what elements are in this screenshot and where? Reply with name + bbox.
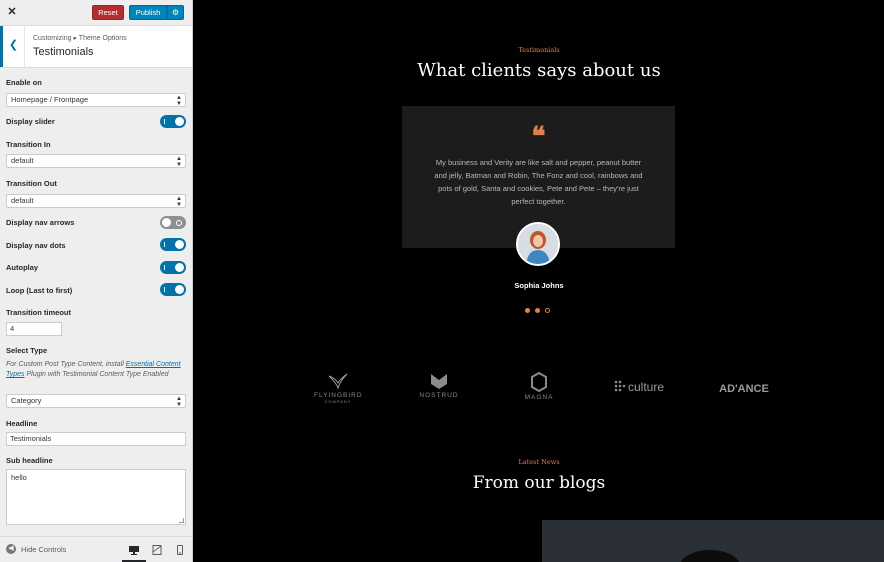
sub-headline-label: Sub headline — [6, 456, 53, 465]
close-icon[interactable]: ✕ — [6, 6, 18, 18]
enable-on-value: Homepage / Frontpage — [11, 95, 89, 104]
customizer-footer: ◀ Hide Controls — [0, 536, 192, 562]
transition-out-label: Transition Out — [6, 179, 57, 188]
headline-label: Headline — [6, 419, 38, 428]
slider-dot[interactable] — [545, 308, 550, 313]
testimonial-quote: My business and Verity are like salt and… — [434, 158, 643, 206]
transition-out-value: default — [11, 196, 34, 205]
select-type-value: Category — [11, 396, 42, 405]
nostrud-logo: NOSTRUD — [414, 372, 464, 399]
transition-in-label: Transition In — [6, 140, 51, 149]
autoplay-toggle[interactable] — [160, 261, 186, 274]
select-arrows-icon: ▲ ▼ — [176, 156, 182, 168]
customizer-panel: ✕ Reset Publish ⚙ ❮ Customizing ▸ Theme … — [0, 0, 193, 562]
back-icon[interactable]: ❮ — [0, 26, 25, 67]
display-slider-toggle[interactable] — [160, 115, 186, 128]
culture-logo: culture — [614, 380, 670, 394]
display-nav-dots-toggle[interactable] — [160, 238, 186, 251]
enable-on-label: Enable on — [6, 78, 42, 87]
transition-timeout-label: Transition timeout — [6, 308, 72, 317]
slider-dot[interactable] — [535, 308, 540, 313]
advance-logo: AD'ANCE — [719, 383, 769, 395]
slider-dot[interactable] — [525, 308, 530, 313]
sub-headline-value: hello — [11, 473, 27, 482]
testimonials-eyebrow: Testimonials — [518, 46, 560, 54]
select-arrows-icon: ▲ ▼ — [176, 396, 182, 408]
enable-on-select[interactable]: Homepage / Frontpage ▲ ▼ — [6, 93, 186, 107]
select-type-label: Select Type — [6, 346, 48, 355]
loop-label: Loop (Last to first) — [6, 286, 73, 295]
breadcrumb: Customizing ▸ Theme Options — [33, 35, 127, 42]
display-nav-dots-label: Display nav dots — [6, 241, 66, 250]
flyingbird-logo: FLYINGBIRD COMPANY — [314, 372, 362, 404]
display-slider-label: Display slider — [6, 117, 55, 126]
gear-icon[interactable]: ⚙ — [167, 5, 184, 20]
hide-controls-label: Hide Controls — [21, 544, 67, 554]
sub-headline-textarea[interactable]: hello — [6, 469, 186, 525]
news-heading: From our blogs — [472, 473, 606, 493]
site-preview: Testimonials What clients says about us … — [194, 0, 884, 562]
hide-controls-button[interactable]: ◀ Hide Controls — [6, 544, 66, 554]
transition-timeout-input[interactable]: 4 — [6, 322, 62, 336]
mobile-icon[interactable] — [174, 544, 186, 556]
publish-button[interactable]: Publish — [129, 5, 167, 20]
news-eyebrow: Latest News — [518, 458, 560, 466]
autoplay-label: Autoplay — [6, 263, 39, 272]
magna-logo: MAGNA — [519, 371, 559, 401]
transition-in-select[interactable]: default ▲ ▼ — [6, 154, 186, 168]
quote-icon: ❝ — [531, 122, 546, 152]
desktop-icon[interactable] — [122, 544, 146, 562]
testimonials-heading: What clients says about us — [417, 60, 661, 81]
tablet-icon[interactable] — [151, 544, 163, 556]
display-nav-arrows-toggle[interactable] — [160, 216, 186, 229]
reset-button[interactable]: Reset — [92, 5, 124, 20]
avatar — [516, 222, 560, 266]
collapse-icon: ◀ — [6, 544, 16, 554]
section-header: ❮ Customizing ▸ Theme Options Testimonia… — [0, 26, 192, 68]
transition-in-value: default — [11, 156, 34, 165]
blog-post-image[interactable] — [542, 520, 884, 562]
select-type-description: For Custom Post Type Content, install Es… — [6, 361, 181, 378]
headline-input[interactable]: Testimonials — [6, 432, 186, 446]
select-arrows-icon: ▲ ▼ — [176, 196, 182, 208]
customizer-header: ✕ Reset Publish ⚙ — [0, 0, 192, 26]
select-type-select[interactable]: Category ▲ ▼ — [6, 394, 186, 408]
resize-handle-icon[interactable] — [179, 518, 184, 523]
loop-toggle[interactable] — [160, 283, 186, 296]
transition-out-select[interactable]: default ▲ ▼ — [6, 194, 186, 208]
section-title: Testimonials — [33, 46, 94, 58]
select-arrows-icon: ▲ ▼ — [176, 95, 182, 107]
testimonial-author: Sophia Johns — [514, 281, 564, 290]
display-nav-arrows-label: Display nav arrows — [6, 218, 75, 227]
slider-dots — [525, 308, 550, 313]
